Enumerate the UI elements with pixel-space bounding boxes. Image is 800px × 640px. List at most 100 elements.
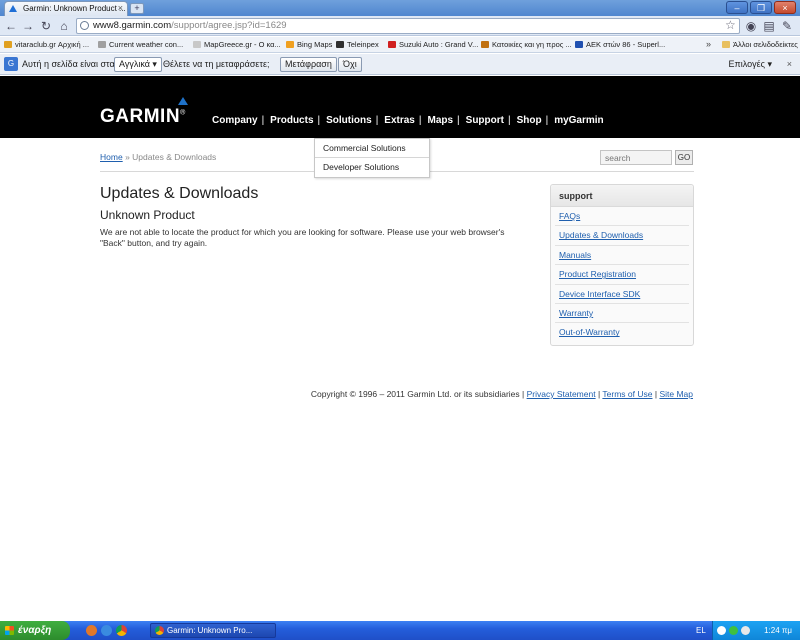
menu-item-commercial-solutions[interactable]: Commercial Solutions xyxy=(315,139,429,158)
windows-flag-icon xyxy=(5,626,14,635)
footer-separator: | xyxy=(654,389,658,399)
nav-separator: | xyxy=(418,115,422,126)
bookmark-icon xyxy=(336,41,344,48)
sitemap-link[interactable]: Site Map xyxy=(659,389,693,399)
folder-icon xyxy=(722,41,730,48)
infobar-close-icon[interactable]: × xyxy=(787,54,792,74)
tray-icon[interactable] xyxy=(717,626,726,635)
bookmark-item[interactable]: Teleinpex xyxy=(336,37,379,52)
minimize-button[interactable]: – xyxy=(726,1,748,14)
sidebar-item-manuals: Manuals xyxy=(555,246,689,266)
nav-solutions[interactable]: Solutions xyxy=(326,115,372,126)
sidebar-link[interactable]: FAQs xyxy=(559,211,580,221)
logo-registered: ® xyxy=(180,109,186,117)
bookmark-icon xyxy=(193,41,201,48)
nav-support[interactable]: Support xyxy=(466,115,504,126)
search-input[interactable] xyxy=(600,150,672,165)
sidebar-link[interactable]: Manuals xyxy=(559,250,591,260)
reload-icon[interactable]: ↻ xyxy=(38,18,54,34)
language-indicator[interactable]: EL xyxy=(696,621,706,640)
bookmark-star-icon[interactable]: ☆ xyxy=(725,18,736,32)
bookmarks-overflow-button[interactable]: » xyxy=(706,37,711,52)
sidebar-link[interactable]: Device Interface SDK xyxy=(559,289,640,299)
garmin-logo[interactable]: GARMIN® xyxy=(100,97,188,128)
nav-maps[interactable]: Maps xyxy=(427,115,453,126)
nav-extras[interactable]: Extras xyxy=(384,115,415,126)
translate-options-button[interactable]: Επιλογές ▾ xyxy=(729,54,772,74)
sidebar-link[interactable]: Out-of-Warranty xyxy=(559,327,620,337)
home-icon[interactable]: ⌂ xyxy=(56,18,72,34)
footer-separator: | xyxy=(597,389,601,399)
taskbar-chrome-window[interactable]: Garmin: Unknown Pro... xyxy=(150,623,276,638)
system-tray: EL 1:24 πμ xyxy=(696,621,800,640)
sidebar-link[interactable]: Updates & Downloads xyxy=(559,230,643,240)
bookmark-label: Teleinpex xyxy=(347,40,379,49)
tab-title: Garmin: Unknown Product ... xyxy=(23,4,126,13)
start-button[interactable]: έναρξη xyxy=(0,621,70,640)
wrench-icon[interactable]: ✎ xyxy=(779,18,795,34)
bookmark-label: vitaraclub.gr Αρχική ... xyxy=(15,40,90,49)
error-message: We are not able to locate the product fo… xyxy=(100,227,505,248)
nav-company[interactable]: Company xyxy=(212,115,258,126)
breadcrumb-home-link[interactable]: Home xyxy=(100,152,123,162)
bookmark-item[interactable]: Current weather con... xyxy=(98,37,183,52)
bookmark-label: Current weather con... xyxy=(109,40,184,49)
bookmark-item[interactable]: Bing Maps xyxy=(286,37,332,52)
nav-separator: | xyxy=(261,115,265,126)
nav-separator: | xyxy=(507,115,511,126)
nav-products[interactable]: Products xyxy=(270,115,313,126)
chrome-icon[interactable] xyxy=(116,625,127,636)
sidebar-link[interactable]: Product Registration xyxy=(559,269,636,279)
sidebar-item-sdk: Device Interface SDK xyxy=(555,285,689,304)
bookmark-icon xyxy=(98,41,106,48)
back-arrow-icon[interactable]: ← xyxy=(3,18,19,34)
new-tab-button[interactable]: + xyxy=(130,3,144,14)
browser-tab[interactable]: Garmin: Unknown Product ... × xyxy=(4,1,128,16)
bookmark-item[interactable]: Κατοικίες και γη προς ... xyxy=(481,37,572,52)
nav-mygarmin[interactable]: myGarmin xyxy=(554,115,603,126)
menu-item-developer-solutions[interactable]: Developer Solutions xyxy=(315,158,429,177)
translate-button[interactable]: Μετάφραση xyxy=(280,57,337,72)
tab-close-icon[interactable]: × xyxy=(118,2,123,15)
globe-icon xyxy=(80,21,89,30)
no-translate-button[interactable]: Όχι xyxy=(338,57,362,72)
other-bookmarks[interactable]: Άλλοι σελιδοδείκτες xyxy=(722,37,798,52)
address-bar[interactable]: www8.garmin.com/support/agree.jsp?id=162… xyxy=(76,18,740,34)
privacy-link[interactable]: Privacy Statement xyxy=(527,389,596,399)
tray-icon[interactable] xyxy=(741,626,750,635)
extension-icon[interactable]: ◉ xyxy=(743,18,759,34)
nav-separator: | xyxy=(545,115,549,126)
bookmark-icon xyxy=(481,41,489,48)
site-header: GARMIN® Company | Products | Solutions | Ex… xyxy=(0,76,800,138)
search-go-button[interactable]: GO xyxy=(675,150,693,165)
page-title: Updates & Downloads xyxy=(100,185,259,202)
bookmark-label: ΑΕΚ στών 86 - Superl... xyxy=(586,40,666,49)
breadcrumb-separator: » xyxy=(125,152,130,162)
ie-icon[interactable] xyxy=(101,625,112,636)
sidebar-item-updates: Updates & Downloads xyxy=(555,226,689,246)
restore-button[interactable]: ❐ xyxy=(750,1,772,14)
forward-arrow-icon[interactable]: → xyxy=(20,18,36,34)
sidebar-link[interactable]: Warranty xyxy=(559,308,593,318)
language-select[interactable]: Αγγλικά ▾ xyxy=(114,57,162,72)
page-menu-icon[interactable]: ▤ xyxy=(761,18,777,34)
terms-link[interactable]: Terms of Use xyxy=(602,389,652,399)
nav-shop[interactable]: Shop xyxy=(517,115,542,126)
sidebar-item-faqs: FAQs xyxy=(555,207,689,227)
sidebar-title: support xyxy=(551,185,693,207)
page-subtitle: Unknown Product xyxy=(100,208,195,222)
firefox-icon[interactable] xyxy=(86,625,97,636)
bookmark-item[interactable]: MapGreece.gr - Ο κα... xyxy=(193,37,281,52)
close-window-button[interactable]: × xyxy=(774,1,796,14)
nav-separator: | xyxy=(317,115,321,126)
bookmark-item[interactable]: vitaraclub.gr Αρχική ... xyxy=(4,37,89,52)
bookmark-item[interactable]: ΑΕΚ στών 86 - Superl... xyxy=(575,37,665,52)
sidebar-item-registration: Product Registration xyxy=(555,265,689,285)
start-label: έναρξη xyxy=(18,625,52,636)
bookmark-icon xyxy=(4,41,12,48)
bookmark-item[interactable]: Suzuki Auto : Grand V... xyxy=(388,37,478,52)
clock: 1:24 πμ xyxy=(764,626,792,635)
translate-prompt-text: Αυτή η σελίδα είναι στα xyxy=(22,59,115,69)
tray-icon[interactable] xyxy=(729,626,738,635)
main-nav: Company | Products | Solutions | Extras | Ma… xyxy=(212,115,604,126)
